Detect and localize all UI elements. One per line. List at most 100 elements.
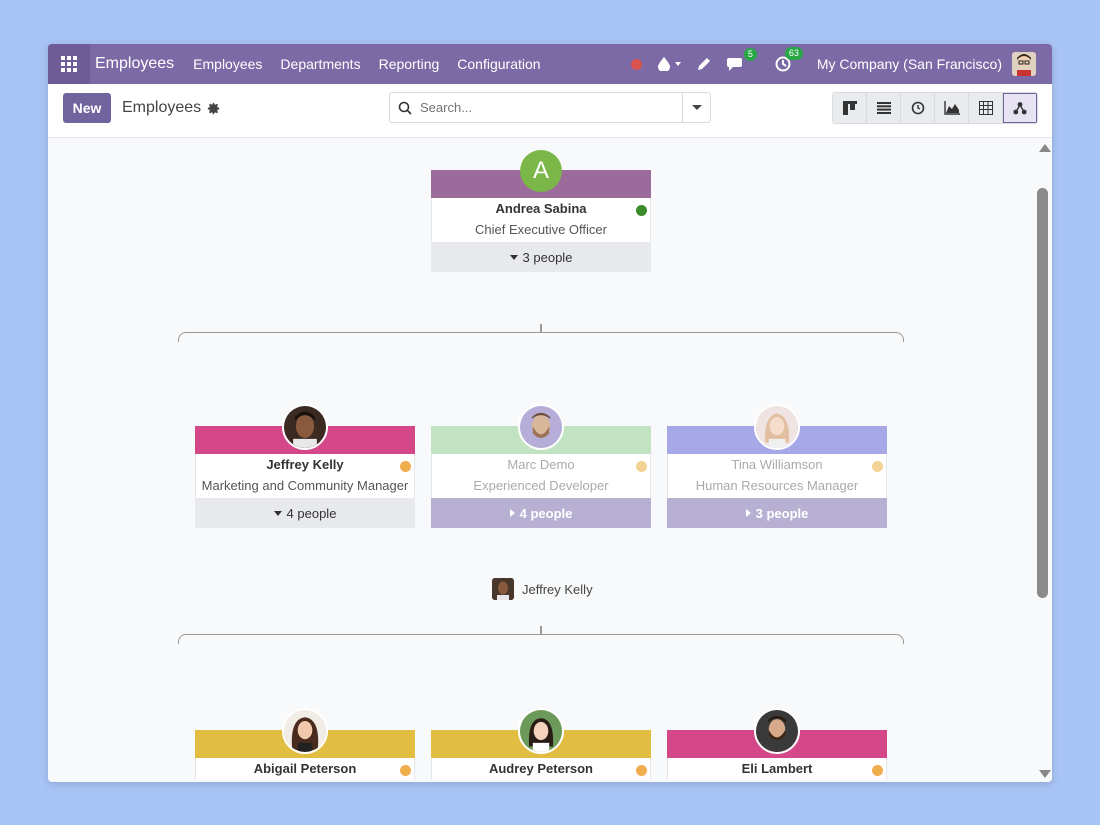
caret-down-icon (691, 105, 702, 110)
view-pivot[interactable] (969, 93, 1003, 123)
search-icon (398, 101, 412, 115)
card-body: Abigail Peterson (195, 758, 415, 780)
subordinates-toggle[interactable]: 3 people (667, 498, 887, 528)
hierarchy-icon (1013, 102, 1027, 115)
menu-departments[interactable]: Departments (280, 56, 360, 72)
scroll-up-arrow-icon[interactable] (1039, 144, 1051, 152)
messages-button[interactable]: 5 (726, 47, 757, 72)
avatar (754, 404, 800, 450)
subordinates-toggle[interactable]: 4 people (431, 498, 651, 528)
app-window: Employees Employees Departments Reportin… (48, 44, 1052, 782)
messages-badge: 5 (743, 47, 757, 61)
card-body: Andrea Sabina Chief Executive Officer (431, 198, 651, 242)
avatar: A (518, 148, 564, 194)
subordinates-toggle[interactable]: 4 people (195, 498, 415, 528)
top-navbar: Employees Employees Departments Reportin… (48, 44, 1052, 84)
chat-icon (726, 57, 742, 71)
subordinates-count: 4 people (519, 505, 573, 521)
droplet-icon (657, 57, 670, 71)
subordinates-toggle[interactable]: 3 people (431, 242, 651, 272)
caret-down-icon (509, 254, 518, 260)
card-body: Jeffrey Kelly Marketing and Community Ma… (195, 454, 415, 498)
avatar (282, 404, 328, 450)
connector-stem (540, 626, 542, 634)
view-kanban[interactable] (833, 93, 867, 123)
menu-configuration[interactable]: Configuration (457, 56, 540, 72)
subordinates-count: 3 people (755, 505, 809, 521)
status-indicator (400, 461, 411, 472)
new-button[interactable]: New (63, 93, 111, 123)
scrollbar-thumb[interactable] (1037, 188, 1048, 598)
card-body: Tina Williamson Human Resources Manager (667, 454, 887, 498)
app-brand[interactable]: Employees (95, 55, 174, 73)
vertical-scrollbar[interactable] (1034, 138, 1052, 782)
avatar (518, 404, 564, 450)
connector-bracket (178, 332, 904, 342)
avatar (492, 578, 514, 600)
area-chart-icon (943, 101, 960, 115)
card-body: Marc Demo Experienced Developer (431, 454, 651, 498)
connector-bracket (178, 634, 904, 644)
view-hierarchy[interactable] (1003, 93, 1037, 123)
view-switcher (832, 92, 1038, 124)
caret-right-icon (745, 509, 751, 517)
employee-name: Abigail Peterson (253, 761, 357, 776)
search-bar (389, 92, 711, 123)
status-indicator (636, 205, 647, 216)
initial-avatar: A (520, 150, 562, 192)
apps-grid-icon (61, 56, 77, 72)
activities-button[interactable]: 63 (775, 47, 803, 72)
search-input[interactable] (420, 100, 682, 115)
caret-right-icon (509, 509, 515, 517)
control-panel: New Employees (48, 84, 1052, 138)
table-icon (978, 101, 993, 115)
list-icon (876, 102, 891, 114)
avatar (754, 708, 800, 754)
employee-job: Experienced Developer (473, 478, 609, 493)
company-switcher[interactable]: My Company (San Francisco) (817, 56, 1002, 72)
subordinates-count: 4 people (286, 505, 337, 521)
view-list[interactable] (867, 93, 901, 123)
gear-icon[interactable] (207, 102, 220, 115)
employee-name: Tina Williamson (731, 457, 823, 472)
employee-name: Audrey Peterson (488, 761, 594, 776)
employee-job: Chief Executive Officer (475, 222, 607, 237)
expanded-manager-label[interactable]: Jeffrey Kelly (492, 578, 593, 600)
status-indicator (872, 765, 883, 776)
employee-name: Andrea Sabina (495, 201, 587, 216)
red-dot-icon (630, 58, 642, 70)
caret-down-icon (273, 510, 282, 516)
kanban-icon (842, 101, 857, 115)
status-indicator (636, 461, 647, 472)
employee-name: Marc Demo (507, 457, 575, 472)
scroll-down-arrow-icon[interactable] (1039, 770, 1051, 778)
avatar (282, 708, 328, 754)
org-chart-area: A Andrea Sabina Chief Executive Officer … (48, 138, 1034, 782)
recording-indicator[interactable] (630, 58, 642, 70)
status-indicator (872, 461, 883, 472)
theme-dropdown[interactable] (657, 57, 681, 71)
employee-job: Human Resources Manager (695, 478, 859, 493)
view-graph[interactable] (935, 93, 969, 123)
menu-employees[interactable]: Employees (193, 56, 262, 72)
status-indicator (636, 765, 647, 776)
user-avatar[interactable] (1012, 52, 1036, 76)
apps-menu-button[interactable] (48, 44, 90, 84)
edit-tool[interactable] (697, 57, 711, 71)
employee-name: Jeffrey Kelly (266, 457, 344, 472)
connector-stem (540, 324, 542, 332)
status-indicator (400, 765, 411, 776)
page-title: Employees (122, 99, 220, 117)
chevron-down-icon (674, 62, 681, 66)
activities-badge: 63 (784, 47, 803, 60)
clock-icon (911, 101, 924, 115)
page-title-text: Employees (122, 99, 202, 116)
menu-reporting[interactable]: Reporting (379, 56, 440, 72)
manager-name: Jeffrey Kelly (522, 581, 593, 597)
view-activity[interactable] (901, 93, 935, 123)
employee-name: Eli Lambert (741, 761, 813, 776)
card-body: Eli Lambert (667, 758, 887, 780)
search-options-toggle[interactable] (682, 93, 710, 122)
navbar-systray: 5 63 My Company (San Francisco) (623, 44, 1052, 84)
card-body: Audrey Peterson (431, 758, 651, 780)
